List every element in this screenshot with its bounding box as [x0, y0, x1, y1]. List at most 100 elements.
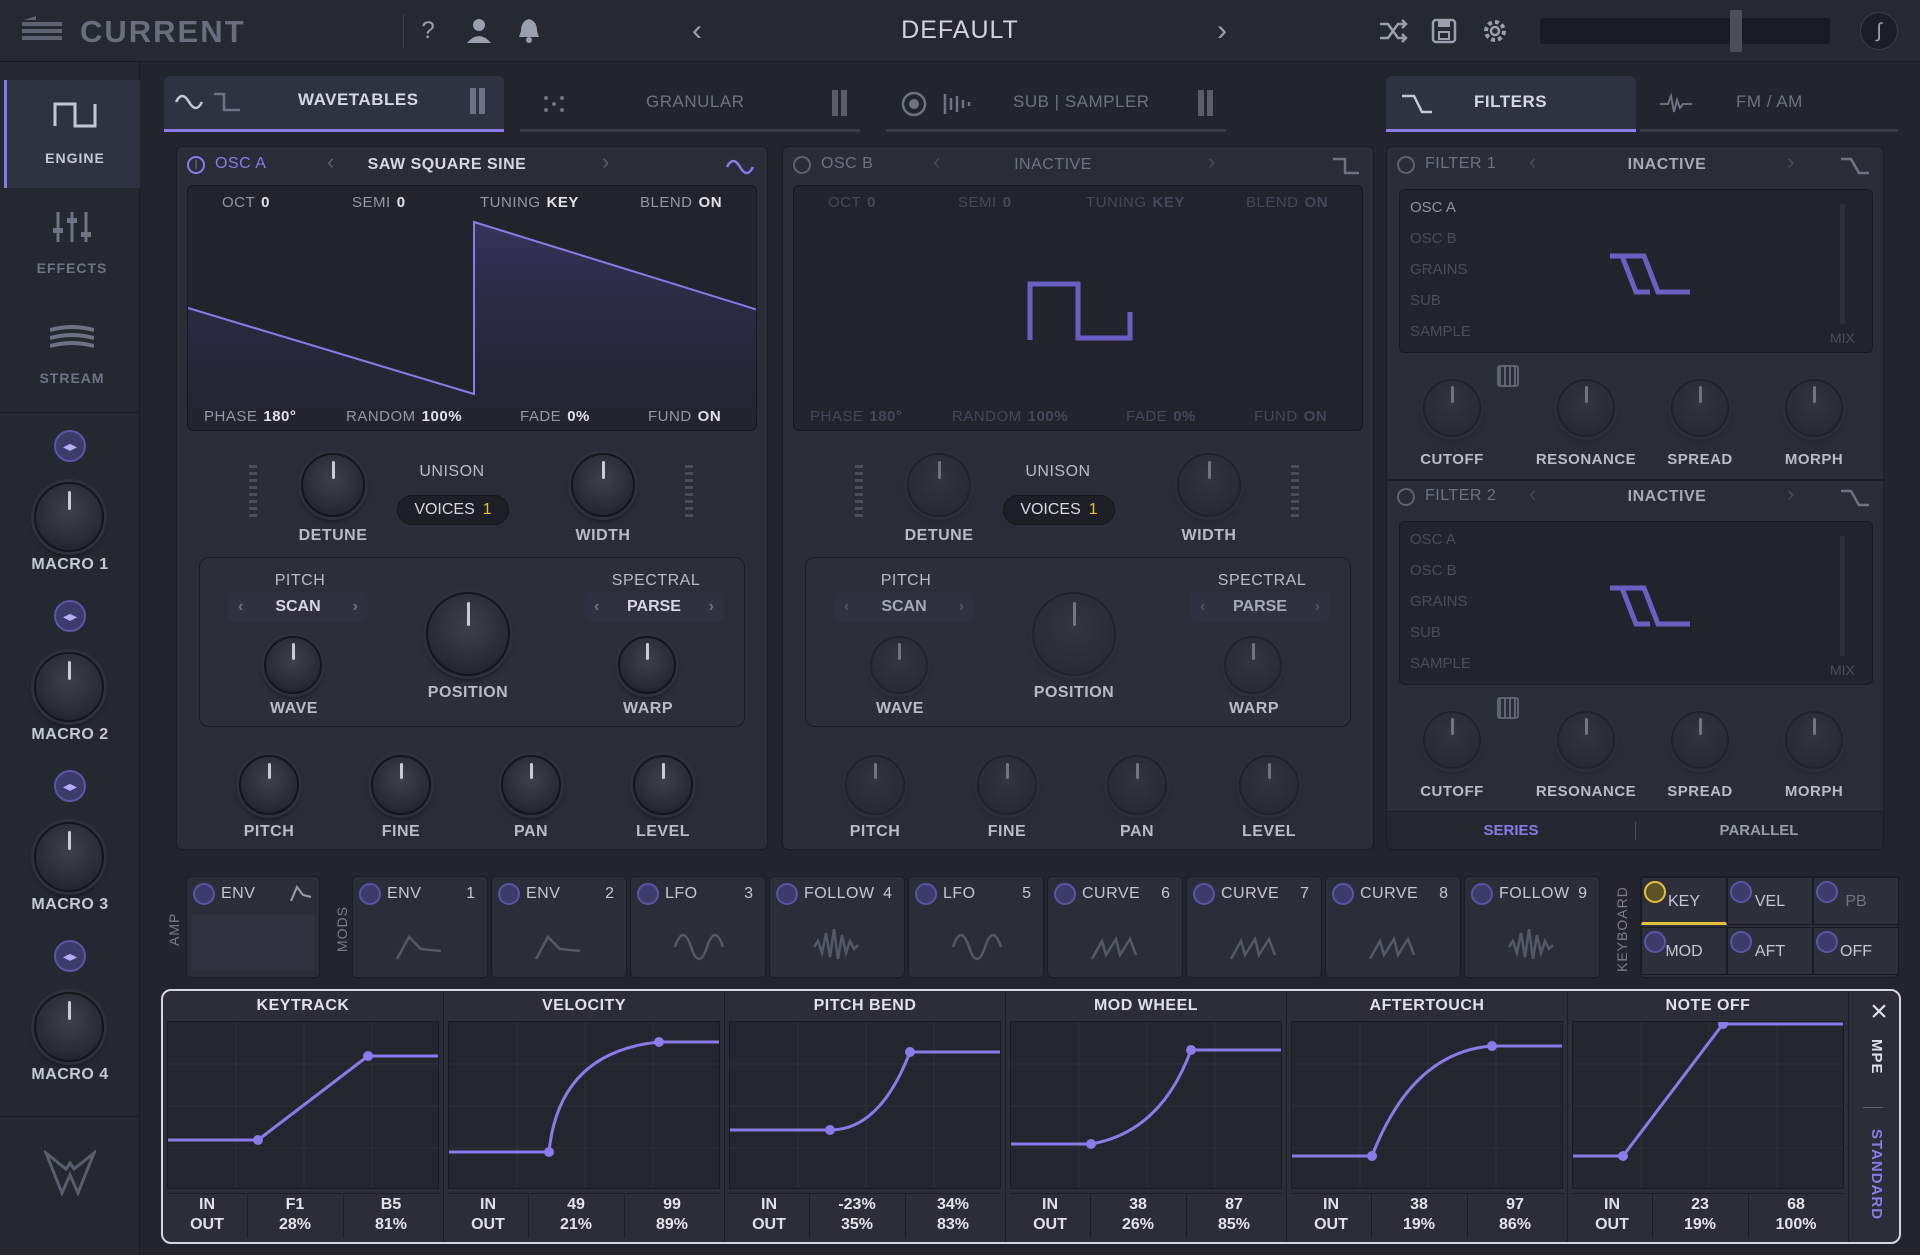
source-grains[interactable]: GRAINS	[1410, 586, 1471, 617]
random-value[interactable]: 100%	[1028, 408, 1068, 425]
curve-icon[interactable]: ∫	[1860, 12, 1898, 50]
mix-slider[interactable]	[1840, 536, 1845, 656]
filter-1-spread-knob[interactable]	[1671, 379, 1729, 437]
in-1-value[interactable]: F1	[247, 1196, 343, 1214]
power-icon[interactable]	[1397, 156, 1415, 174]
tab-granular[interactable]: GRANULAR	[520, 76, 860, 132]
aft-mod-dot[interactable]	[1730, 931, 1752, 953]
mod-drag-button[interactable]	[1054, 883, 1076, 905]
macro-3-knob[interactable]	[34, 822, 104, 892]
position-knob[interactable]	[426, 592, 510, 676]
help-icon[interactable]: ?	[411, 14, 445, 48]
mod-cell[interactable]: FOLLOW 4	[769, 876, 905, 978]
pitch-knob[interactable]	[239, 755, 299, 815]
gear-icon[interactable]	[1480, 16, 1510, 46]
curve-node[interactable]	[1186, 1045, 1196, 1055]
width-knob[interactable]	[1177, 453, 1241, 517]
drag-handle[interactable]	[685, 465, 693, 517]
drag-handle[interactable]	[1291, 465, 1299, 517]
level-knob[interactable]	[1239, 755, 1299, 815]
pan-knob[interactable]	[1107, 755, 1167, 815]
wavetable-name[interactable]: SAW SQUARE SINE	[347, 156, 547, 174]
mod-cell[interactable]: LFO 3	[630, 876, 766, 978]
out-2-value[interactable]: 81%	[343, 1216, 439, 1234]
voices-selector[interactable]: VOICES 1	[397, 495, 509, 525]
sidebar-tab-stream[interactable]: STREAM	[4, 300, 140, 408]
next-wave-button[interactable]: ›	[602, 149, 609, 175]
parallel-button[interactable]: PARALLEL	[1635, 812, 1883, 850]
in-1-value[interactable]: 23	[1652, 1196, 1748, 1214]
warp-knob[interactable]	[1224, 636, 1282, 694]
filter-1-cutoff-knob[interactable]	[1423, 379, 1481, 437]
curve-node[interactable]	[1367, 1151, 1377, 1161]
macro-4-mod-button[interactable]: ◂▸	[54, 940, 86, 972]
scan-selector[interactable]: ‹ SCAN ›	[834, 592, 974, 622]
sidebar-tab-engine[interactable]: ENGINE	[4, 80, 140, 188]
mod-drag-button[interactable]	[359, 883, 381, 905]
warp-knob[interactable]	[618, 636, 676, 694]
phase-value[interactable]: 180°	[869, 408, 902, 425]
save-icon[interactable]	[1430, 17, 1458, 45]
fade-value[interactable]: 0%	[1173, 408, 1196, 425]
out-2-value[interactable]: 89%	[624, 1216, 720, 1234]
parse-selector[interactable]: ‹ PARSE ›	[1190, 592, 1330, 622]
next-filter-button[interactable]: ›	[1787, 149, 1794, 175]
prev-filter-button[interactable]: ‹	[1529, 481, 1536, 507]
voices-selector[interactable]: VOICES 1	[1003, 495, 1115, 525]
curve-graph[interactable]	[1010, 1021, 1282, 1189]
next-wave-button[interactable]: ›	[1208, 149, 1215, 175]
filter-1-resonance-knob[interactable]	[1557, 379, 1615, 437]
phase-value[interactable]: 180°	[263, 408, 296, 425]
out-1-value[interactable]: 21%	[528, 1216, 624, 1234]
in-2-value[interactable]: B5	[343, 1196, 439, 1214]
source-grains[interactable]: GRAINS	[1410, 254, 1471, 285]
mod-drag-button[interactable]	[1193, 883, 1215, 905]
curve-node[interactable]	[544, 1147, 554, 1157]
out-1-value[interactable]: 19%	[1371, 1216, 1467, 1234]
fade-value[interactable]: 0%	[567, 408, 590, 425]
in-1-value[interactable]: -23%	[809, 1196, 905, 1214]
in-2-value[interactable]: 68	[1748, 1196, 1844, 1214]
curve-node[interactable]	[1618, 1151, 1628, 1161]
mod-cell[interactable]: CURVE 8	[1325, 876, 1461, 978]
curve-graph[interactable]	[729, 1021, 1001, 1189]
mod-drag-button[interactable]	[776, 883, 798, 905]
in-1-value[interactable]: 38	[1371, 1196, 1467, 1214]
tab-wavetables[interactable]: WAVETABLES	[164, 76, 504, 132]
out-2-value[interactable]: 100%	[1748, 1216, 1844, 1234]
pitch-knob[interactable]	[845, 755, 905, 815]
curve-graph[interactable]	[1572, 1021, 1844, 1189]
scan-selector[interactable]: ‹ SCAN ›	[228, 592, 368, 622]
mod-mod-dot[interactable]	[1644, 931, 1666, 953]
out-2-value[interactable]: 86%	[1467, 1216, 1563, 1234]
wave-knob[interactable]	[264, 636, 322, 694]
pause-icon[interactable]	[1198, 90, 1204, 116]
macro-4-knob[interactable]	[34, 992, 104, 1062]
filter-2-spread-knob[interactable]	[1671, 711, 1729, 769]
drag-handle[interactable]	[249, 465, 257, 517]
pause-icon[interactable]	[470, 88, 476, 114]
prev-filter-button[interactable]: ‹	[1529, 149, 1536, 175]
curve-node[interactable]	[1487, 1041, 1497, 1051]
filter-2-morph-knob[interactable]	[1785, 711, 1843, 769]
mod-cell[interactable]: FOLLOW 9	[1464, 876, 1600, 978]
mod-drag-button[interactable]	[193, 883, 215, 905]
source-osc-b[interactable]: OSC B	[1410, 223, 1471, 254]
wavetable-name[interactable]: INACTIVE	[953, 156, 1153, 174]
user-icon[interactable]	[464, 15, 494, 45]
macro-2-knob[interactable]	[34, 652, 104, 722]
detune-knob[interactable]	[907, 453, 971, 517]
in-2-value[interactable]: 34%	[905, 1196, 1001, 1214]
standard-tab[interactable]: STANDARD	[1868, 1129, 1885, 1220]
keytrack-icon[interactable]	[1497, 365, 1519, 387]
tab-fm-am[interactable]: FM / AM	[1640, 76, 1898, 132]
mod-drag-button[interactable]	[915, 883, 937, 905]
keytrack-icon[interactable]	[1497, 697, 1519, 719]
amp-env-cell[interactable]: ENV	[186, 876, 320, 978]
mpe-tab[interactable]: MPE	[1868, 1039, 1885, 1075]
curve-graph[interactable]	[167, 1021, 439, 1189]
parse-selector[interactable]: ‹ PARSE ›	[584, 592, 724, 622]
filter-2-cutoff-knob[interactable]	[1423, 711, 1481, 769]
macro-1-knob[interactable]	[34, 482, 104, 552]
filter-1-type[interactable]: INACTIVE	[1567, 156, 1767, 174]
